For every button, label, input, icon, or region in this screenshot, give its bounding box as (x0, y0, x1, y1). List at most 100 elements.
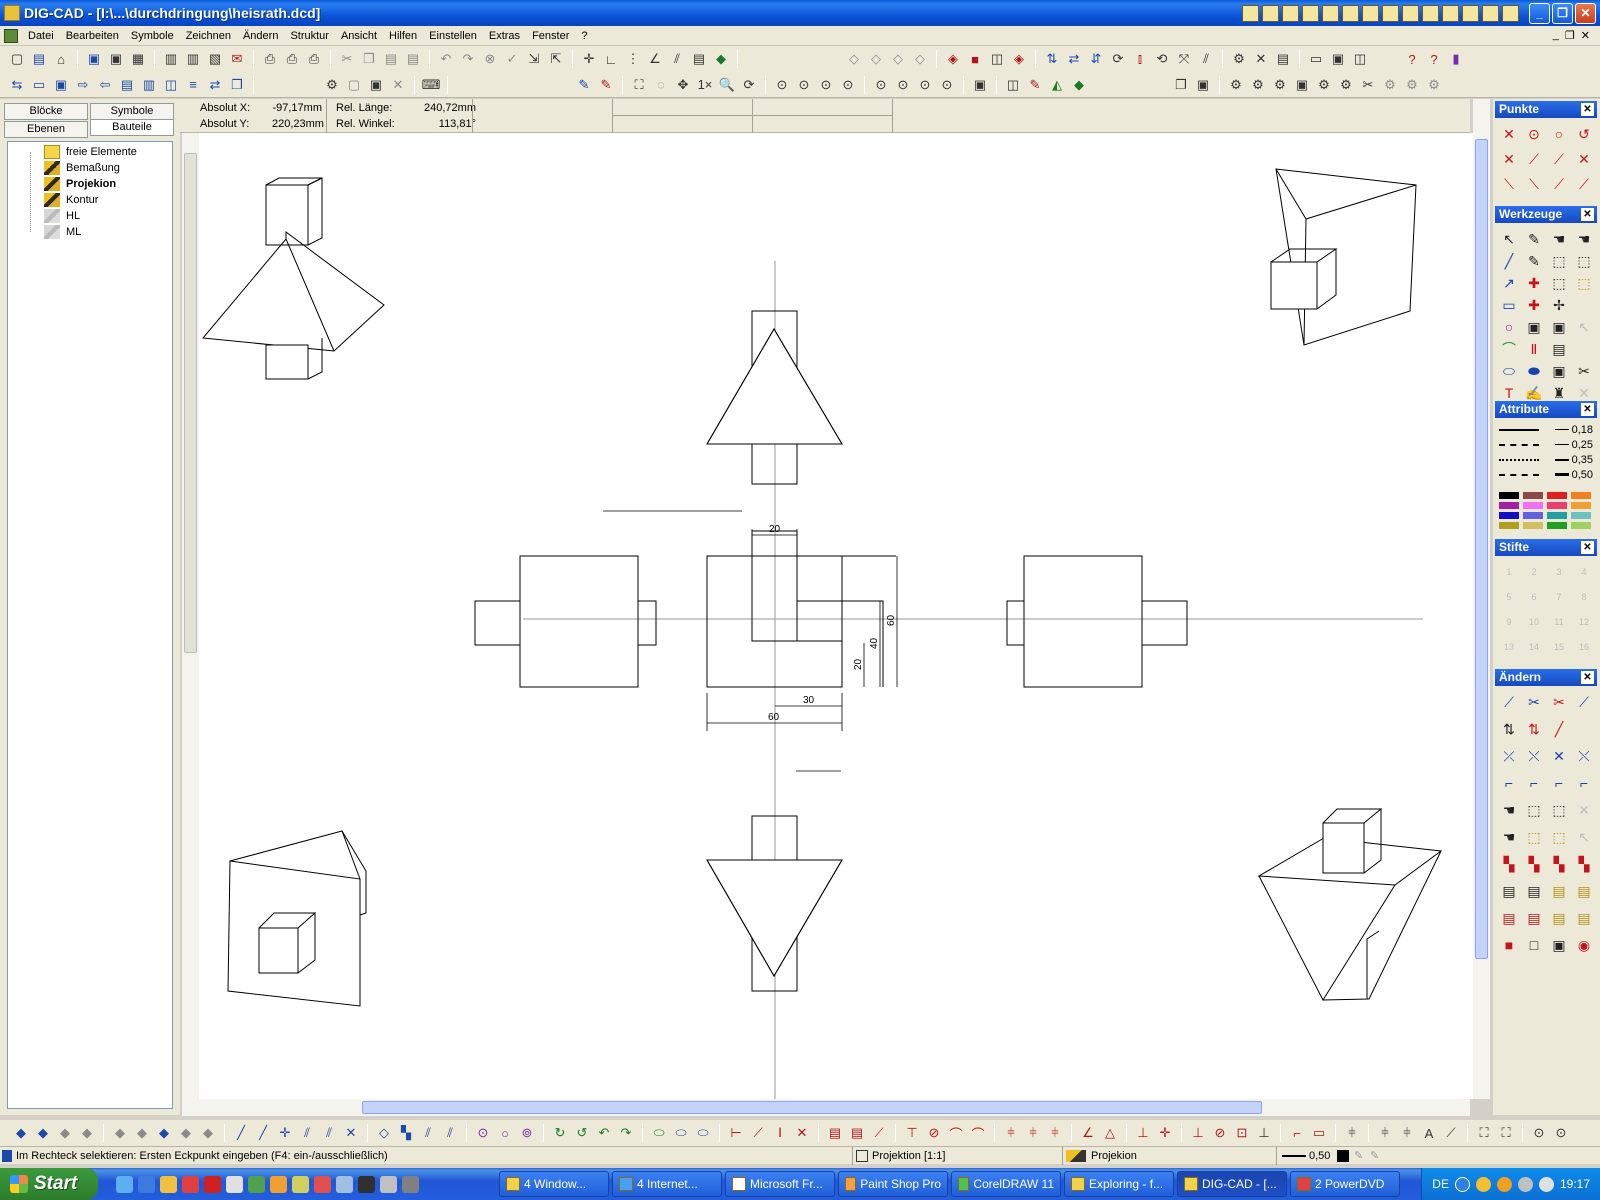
part-tool-icon[interactable]: ⚙ (1380, 75, 1400, 95)
symbol-tool-icon[interactable]: ⟳ (1108, 49, 1128, 69)
language-indicator[interactable]: DE (1432, 1177, 1449, 1191)
angle-tool-icon[interactable]: ∠ (1078, 1123, 1098, 1143)
snap-tool-icon[interactable]: ⫩ (1023, 1123, 1043, 1143)
pen-slot[interactable]: 9 (1499, 612, 1519, 632)
image-icon[interactable]: ▣ (1524, 317, 1544, 337)
3d-tool-icon[interactable]: ◈ (1009, 49, 1029, 69)
tree-item-projekion[interactable]: Projekion (44, 176, 116, 192)
extra-tool-icon[interactable]: ⫩ (1342, 1123, 1362, 1143)
hatch-icon[interactable]: ◆ (711, 49, 731, 69)
select-icon[interactable]: ⬚ (1574, 273, 1594, 293)
snap-tool-icon[interactable]: ⫩ (1001, 1123, 1021, 1143)
hand-icon[interactable]: ☚ (1574, 229, 1594, 249)
cancel-icon[interactable]: ⊗ (480, 49, 500, 69)
delete-icon[interactable]: ✕ (388, 75, 408, 95)
app-icon[interactable] (226, 1175, 243, 1193)
settings-icon[interactable]: ⚙ (1229, 49, 1249, 69)
new-file-icon[interactable]: ▢ (7, 49, 27, 69)
3d-view-icon[interactable]: ◆ (77, 1123, 97, 1143)
hatch-tool-icon[interactable]: ▤ (825, 1123, 845, 1143)
grid-icon[interactable]: ⋮ (623, 49, 643, 69)
tray-icon[interactable] (1517, 1176, 1533, 1192)
modify-tool-icon[interactable]: ▤ (1549, 881, 1569, 901)
ie-icon[interactable] (138, 1175, 155, 1193)
pen-slot[interactable]: 13 (1499, 637, 1519, 657)
angle-tool-icon[interactable]: △ (1100, 1123, 1120, 1143)
circle-tool-icon[interactable]: ⊙ (473, 1123, 493, 1143)
arrow-left-icon[interactable]: ⇦ (95, 75, 115, 95)
pen-slot[interactable]: 16 (1574, 637, 1594, 657)
hand-icon[interactable]: ☚ (1549, 229, 1569, 249)
extra-tool-icon[interactable]: ⊙ (1551, 1123, 1571, 1143)
3d-view-icon[interactable]: ◆ (154, 1123, 174, 1143)
modify-tool-icon[interactable]: ▤ (1524, 908, 1544, 928)
disabled-tool-icon[interactable]: ◇ (888, 49, 908, 69)
point-tool-icon[interactable]: ⟋ (1574, 174, 1594, 194)
modify-tool-icon[interactable]: ↖ (1574, 827, 1594, 847)
3d-view-icon[interactable]: ◆ (198, 1123, 218, 1143)
block-tool-icon[interactable]: ▢ (344, 75, 364, 95)
modify-tool-icon[interactable]: ▚ (1549, 854, 1569, 874)
modify-tool-icon[interactable]: ▤ (1574, 908, 1594, 928)
group-icon[interactable]: ▥ (139, 75, 159, 95)
move-icon[interactable]: ✥ (673, 75, 693, 95)
menu-extras[interactable]: Extras (483, 30, 526, 42)
part-tool-icon[interactable]: ⚙ (1424, 75, 1444, 95)
mdi-restore-button[interactable]: ❐ (1565, 29, 1575, 42)
disabled-icon[interactable]: ↖ (1574, 317, 1594, 337)
palette-close-button[interactable]: ✕ (1581, 208, 1594, 221)
axis-icon[interactable]: ∟ (601, 49, 621, 69)
color-swatch[interactable] (1499, 512, 1519, 519)
symbol-tool-icon[interactable]: ⇅ (1042, 49, 1062, 69)
toolbar-app-icon[interactable] (1502, 4, 1519, 22)
print-preview-icon[interactable]: ⎙ (260, 49, 280, 69)
redo-icon[interactable]: ↷ (458, 49, 478, 69)
arrow-right-icon[interactable]: ⇨ (73, 75, 93, 95)
modify-tool-icon[interactable]: ▤ (1524, 881, 1544, 901)
align-icon[interactable]: ≡ (183, 75, 203, 95)
modify-tool-icon[interactable]: ✕ (1574, 800, 1594, 820)
tray-arrow-icon[interactable] (1454, 1176, 1470, 1192)
toolbar-app-icon[interactable] (1262, 4, 1279, 22)
app-icon[interactable] (160, 1175, 177, 1193)
shapes-icon[interactable]: ◭ (1047, 75, 1067, 95)
rectangle-icon[interactable]: ▭ (1499, 295, 1519, 315)
modify-tool-icon[interactable]: ⇅ (1524, 719, 1544, 739)
group-icon[interactable]: ▤ (117, 75, 137, 95)
palette-close-button[interactable]: ✕ (1581, 403, 1594, 416)
scrollbar-thumb[interactable] (1475, 139, 1488, 959)
text-frame-icon[interactable]: ▤ (1549, 339, 1569, 359)
modify-tool-icon[interactable]: ⬚ (1524, 800, 1544, 820)
pen-icon[interactable]: ✎ (574, 75, 594, 95)
color-swatch[interactable] (1523, 522, 1543, 529)
layer-tool-icon[interactable]: ⇆ (7, 75, 27, 95)
circle-tool-icon[interactable]: ○ (495, 1123, 515, 1143)
task-windows[interactable]: 4 Window... (499, 1171, 609, 1197)
menu-aendern[interactable]: Ändern (237, 30, 284, 42)
shape-tool-icon[interactable]: ⫽ (418, 1123, 438, 1143)
tab-ebenen[interactable]: Ebenen (4, 121, 88, 138)
dimension-tool-icon[interactable]: Ⅰ (770, 1123, 790, 1143)
document-icon[interactable] (4, 28, 18, 43)
point-tool-icon[interactable]: ○ (1549, 124, 1569, 144)
menu-bearbeiten[interactable]: Bearbeiten (60, 30, 125, 42)
table-icon[interactable]: ▤ (1273, 49, 1293, 69)
task-internet[interactable]: 4 Internet... (612, 1171, 722, 1197)
color-swatch[interactable] (1523, 492, 1543, 499)
color-swatch[interactable] (1571, 512, 1591, 519)
disabled-icon[interactable] (1574, 339, 1594, 359)
help-icon[interactable]: ? (1424, 49, 1444, 69)
windows-icon[interactable]: ▣ (1328, 49, 1348, 69)
3d-tool-icon[interactable]: ◫ (987, 49, 1007, 69)
pen-slot[interactable]: 3 (1549, 562, 1569, 582)
tree-item-hl[interactable]: HL (44, 208, 80, 224)
frame-icon[interactable]: ▣ (1549, 317, 1569, 337)
color-swatch[interactable] (1571, 522, 1591, 529)
toolbar-app-icon[interactable] (1482, 4, 1499, 22)
symbol-tool-icon[interactable]: ⇄ (1064, 49, 1084, 69)
color-swatch[interactable] (1547, 492, 1567, 499)
snap-tool-icon[interactable]: ⫩ (1045, 1123, 1065, 1143)
pen-slot[interactable]: 2 (1524, 562, 1544, 582)
modify-tool-icon[interactable]: ▚ (1524, 854, 1544, 874)
pen-slot[interactable]: 14 (1524, 637, 1544, 657)
